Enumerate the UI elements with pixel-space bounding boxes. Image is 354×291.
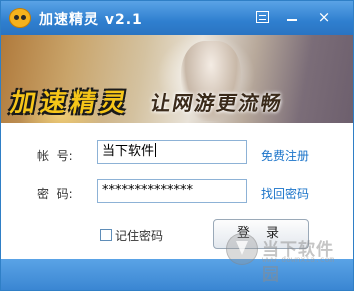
close-button[interactable]: × [313, 8, 335, 26]
remember-password-checkbox[interactable] [100, 229, 112, 241]
banner-slogan-main: 加速精灵 [8, 88, 134, 117]
menu-button[interactable] [251, 8, 273, 26]
login-button[interactable]: 登 录 [213, 219, 309, 249]
window-title: 加速精灵 v2.1 [39, 12, 143, 28]
minimize-icon [287, 19, 297, 21]
banner-image: 加速精灵 让网游更流畅 [1, 35, 353, 123]
password-label: 密 码: [37, 187, 73, 201]
password-input[interactable]: ************** [97, 179, 247, 203]
username-input[interactable]: 当下软件 [97, 140, 247, 164]
banner-slogan-sub: 让网游更流畅 [148, 91, 285, 115]
register-link[interactable]: 免费注册 [261, 147, 309, 164]
login-form: 帐 号: 当下软件 免费注册 密 码: ************** 找回密码 … [1, 123, 353, 259]
menu-icon [255, 11, 269, 23]
username-value: 当下软件 [102, 144, 155, 159]
remember-password-label[interactable]: 记住密码 [115, 227, 163, 244]
minimize-button[interactable] [281, 8, 303, 26]
close-icon: × [317, 8, 331, 26]
username-label: 帐 号: [37, 149, 73, 163]
forgot-password-link[interactable]: 找回密码 [261, 185, 309, 202]
app-logo-icon [9, 8, 31, 28]
text-caret [155, 143, 157, 157]
title-bar[interactable]: 加速精灵 v2.1 × [1, 1, 353, 35]
bottom-bar [1, 259, 353, 290]
login-window: 加速精灵 v2.1 × 加速精灵 让网游更流畅 帐 号: 当下软件 免费注册 密… [0, 0, 354, 291]
